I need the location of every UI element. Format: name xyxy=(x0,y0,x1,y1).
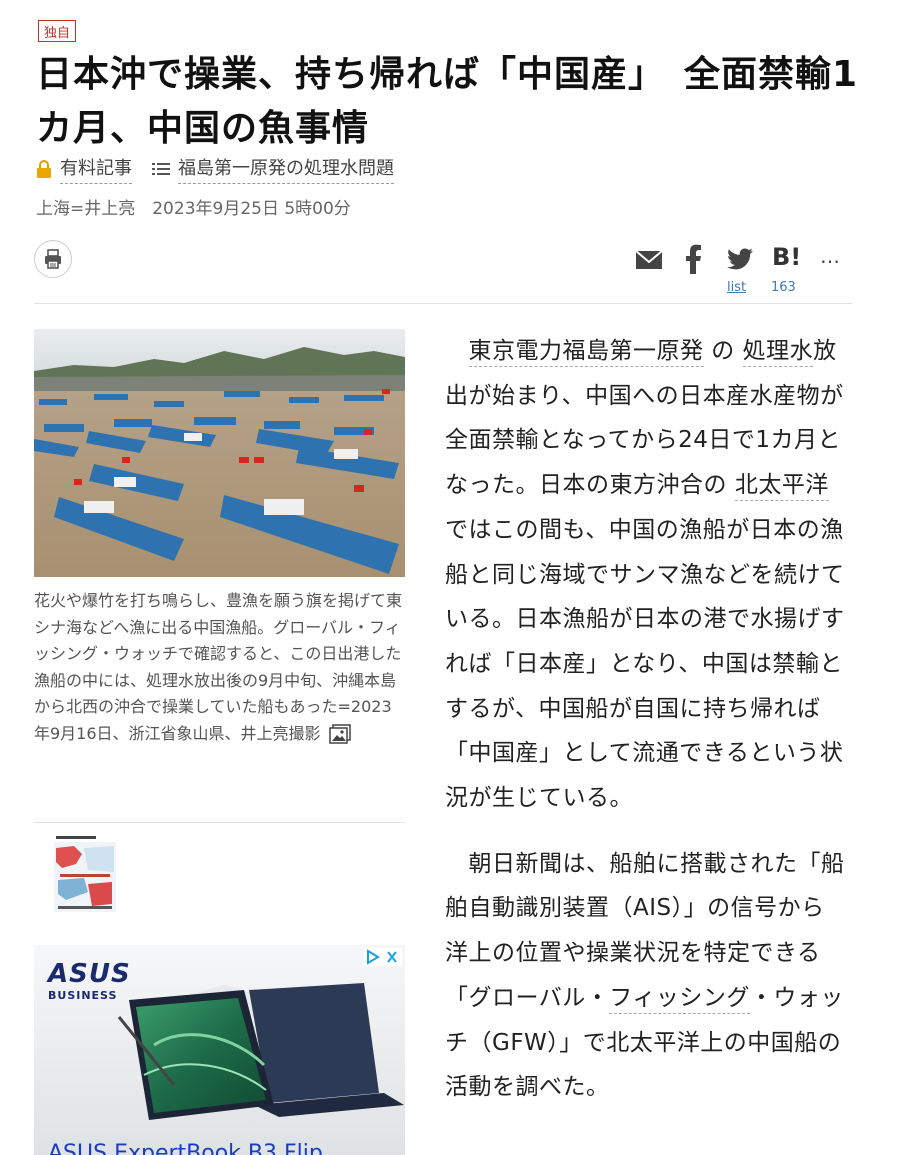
map-graphic-thumbnail[interactable] xyxy=(54,834,116,912)
article-body: 東京電力福島第一原発 の 処理水放出が始まり、中国への日本産水産物が全面禁輸とな… xyxy=(445,329,845,1110)
more-options-button[interactable]: … xyxy=(820,244,841,268)
ad-product-text: ASUS ExpertBook B3 Flip xyxy=(48,1141,323,1155)
mail-icon xyxy=(635,250,663,269)
article-meta: 有料記事 福島第一原発の処理水問題 xyxy=(36,154,394,184)
link-north-pacific[interactable]: 北太平洋 xyxy=(734,472,829,502)
fishing-boats-photo[interactable] xyxy=(34,329,405,577)
ad-brand-logo: ASUS xyxy=(48,959,131,989)
facebook-share-button[interactable] xyxy=(684,244,704,274)
advertisement-banner[interactable]: ASUS BUSINESS ASUS ExpertBook B3 Flip xyxy=(34,945,405,1155)
ad-choices-icon[interactable] xyxy=(364,948,402,966)
list-icon xyxy=(152,163,170,175)
header-divider xyxy=(34,303,852,304)
caption-divider xyxy=(34,822,405,823)
print-button[interactable] xyxy=(34,240,72,278)
link-fishing[interactable]: フィッシング xyxy=(609,984,750,1014)
printer-icon xyxy=(45,249,61,269)
mail-share-button[interactable] xyxy=(635,244,663,274)
hatena-bookmark-button[interactable]: B! xyxy=(772,243,801,271)
bookmark-list-link[interactable]: list xyxy=(727,280,746,295)
p1-text-1: の xyxy=(703,338,743,364)
exclusive-badge: 独自 xyxy=(38,20,76,42)
p1-text-3: ではこの間も、中国の漁船が日本の漁船と同じ海域でサンマ漁などを続けている。日本漁… xyxy=(445,516,845,812)
paragraph-1: 東京電力福島第一原発 の 処理水放出が始まり、中国への日本産水産物が全面禁輸とな… xyxy=(445,329,845,821)
photo-caption: 花火や爆竹を打ち鳴らし、豊漁を願う旗を掲げて東シナ海などへ漁に出る中国漁船。グロ… xyxy=(34,588,406,747)
twitter-share-button[interactable] xyxy=(726,244,754,274)
facebook-icon xyxy=(686,244,701,274)
caption-text: 花火や爆竹を打ち鳴らし、豊漁を願う旗を掲げて東シナ海などへ漁に出る中国漁船。グロ… xyxy=(34,591,403,743)
ad-brand-sub: BUSINESS xyxy=(48,989,118,1002)
lock-icon xyxy=(37,160,51,178)
bookmark-count[interactable]: 163 xyxy=(771,280,796,295)
article-headline: 日本沖で操業、持ち帰れば「中国産」 全面禁輸1カ月、中国の魚事情 xyxy=(36,54,859,149)
paragraph-2: 朝日新聞は、船舶に搭載された「船舶自動識別装置（AIS）」の信号から洋上の位置や… xyxy=(445,842,845,1110)
series-link[interactable]: 福島第一原発の処理水問題 xyxy=(178,154,394,184)
link-treated-water[interactable]: 処理水 xyxy=(742,338,814,367)
link-fukushima-plant[interactable]: 東京電力福島第一原発 xyxy=(468,338,704,367)
paid-article-link[interactable]: 有料記事 xyxy=(60,154,132,184)
twitter-icon xyxy=(727,248,753,270)
byline: 上海=井上亮 2023年9月25日 5時00分 xyxy=(36,199,351,219)
photo-gallery-icon[interactable] xyxy=(328,724,351,744)
